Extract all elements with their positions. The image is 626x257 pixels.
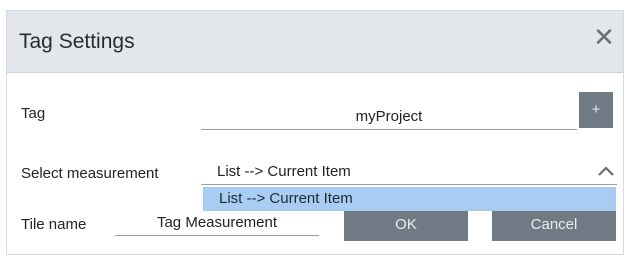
ok-button[interactable]: OK xyxy=(344,211,468,241)
measurement-option[interactable]: List --> Current Item xyxy=(204,188,615,210)
close-icon[interactable]: ✕ xyxy=(591,25,617,51)
dialog-header: Tag Settings ✕ xyxy=(7,11,623,73)
select-measurement-label: Select measurement xyxy=(21,165,159,182)
tile-name-label: Tile name xyxy=(21,216,87,233)
tag-input[interactable]: myProject xyxy=(201,106,577,130)
tile-name-input[interactable]: Tag Measurement xyxy=(115,212,319,236)
measurement-dropdown: List --> Current Item xyxy=(203,187,616,211)
cancel-button[interactable]: Cancel xyxy=(492,211,616,241)
measurement-select[interactable]: List --> Current Item xyxy=(201,161,617,185)
tag-settings-dialog: Tag Settings ✕ Tag myProject + Select me… xyxy=(6,10,624,255)
chevron-up-icon[interactable] xyxy=(597,164,615,178)
add-tag-button[interactable]: + xyxy=(579,92,613,128)
dialog-title: Tag Settings xyxy=(19,30,135,53)
tag-label: Tag xyxy=(21,105,46,122)
